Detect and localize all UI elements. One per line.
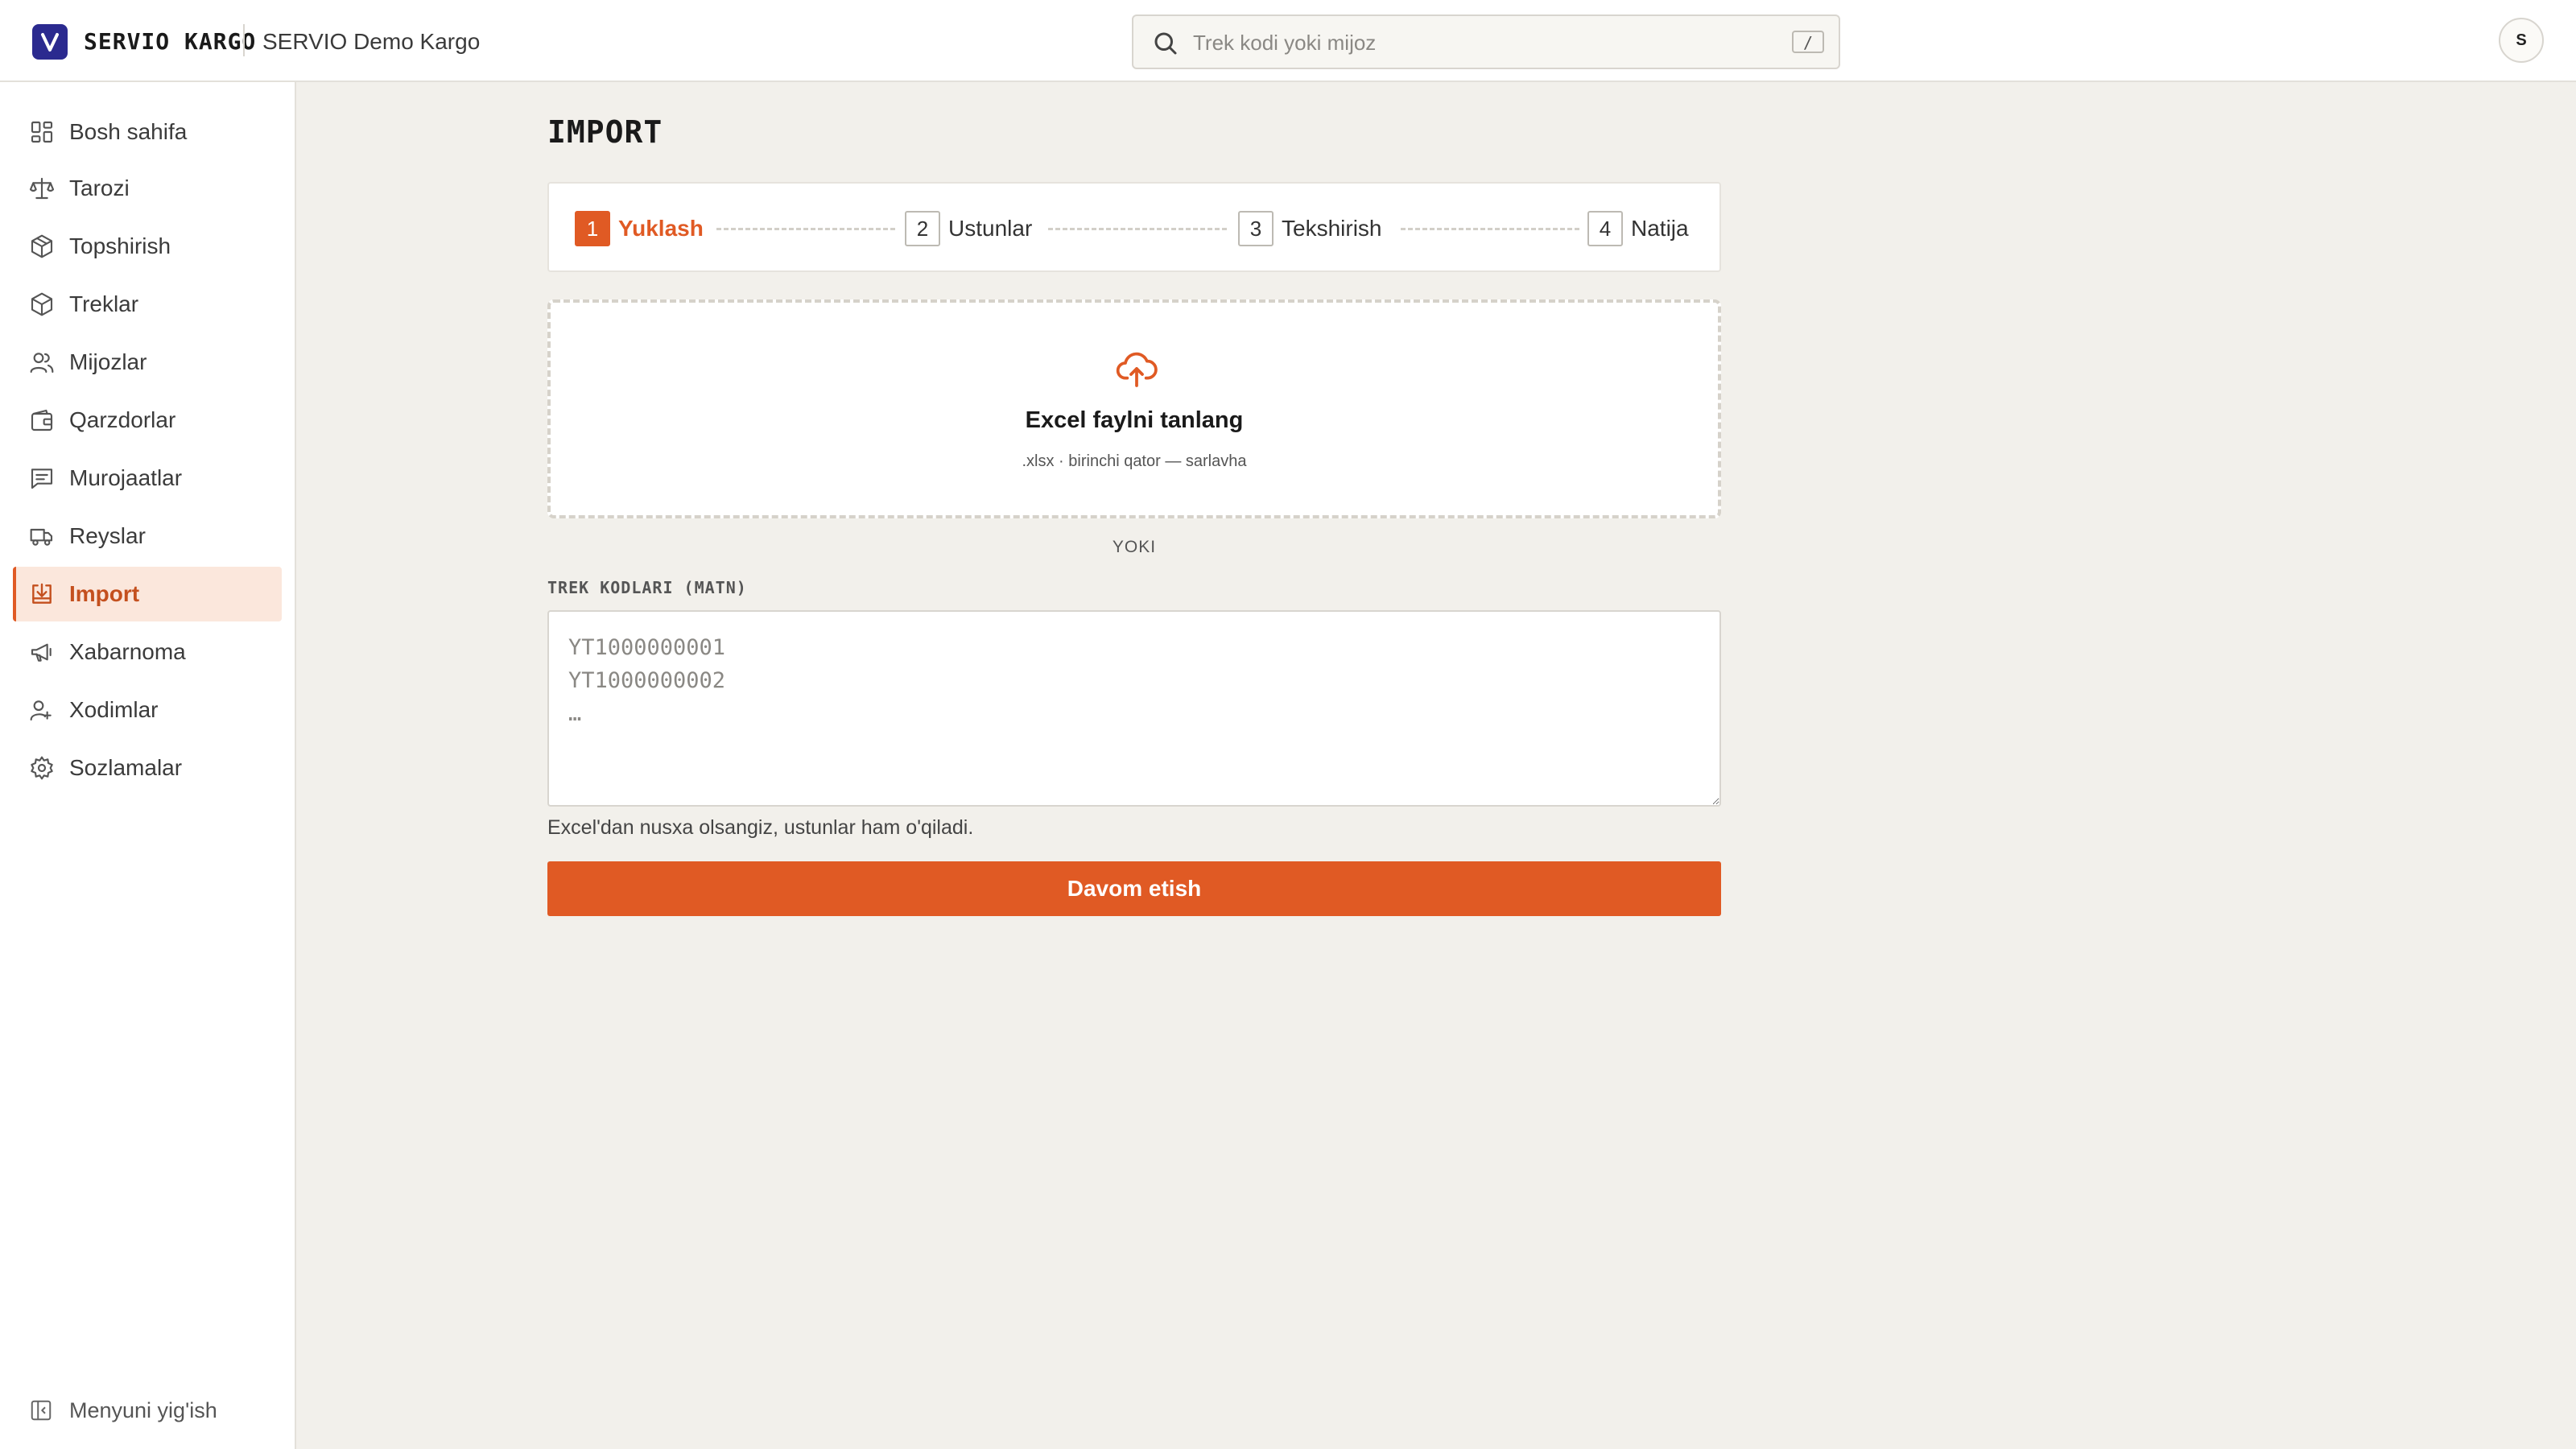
excel-dropzone[interactable]: Excel faylni tanlang .xlsx · birinchi qa… [547, 299, 1721, 518]
track-codes-label: TREK KODLARI (MATN) [547, 578, 747, 597]
dropzone-subtitle: .xlsx · birinchi qator — sarlavha [1022, 452, 1247, 470]
step-label: Tekshirish [1282, 216, 1382, 241]
logo-v-icon [41, 33, 59, 52]
step-number: 3 [1238, 211, 1274, 246]
sidebar-item-label: Mijozlar [69, 349, 147, 374]
step-tekshirish[interactable]: 3 Tekshirish [1238, 211, 1381, 246]
search-input[interactable] [1191, 16, 1742, 69]
search-icon [1154, 32, 1177, 55]
track-codes-textarea[interactable] [547, 610, 1721, 807]
top-header: SERVIO KARGO SERVIO Demo Kargo / S [0, 0, 2576, 82]
search-shortcut-hint: / [1792, 31, 1824, 53]
scale-icon [29, 177, 55, 200]
message-icon [31, 469, 53, 489]
step-ustunlar[interactable]: 2 Ustunlar [905, 211, 1032, 246]
sidebar-item-label: Treklar [69, 291, 139, 316]
box-icon [31, 292, 53, 316]
sidebar-item-qarzdorlar[interactable]: Qarzdorlar [13, 393, 282, 448]
package-icon [31, 234, 53, 258]
sidebar-item-label: Bosh sahifa [69, 119, 188, 144]
or-divider-text: YOKI [1112, 538, 1157, 556]
sidebar-item-label: Reyslar [69, 523, 146, 548]
logo[interactable] [32, 24, 68, 60]
sidebar-item-xabarnoma[interactable]: Xabarnoma [13, 625, 282, 679]
sidebar-item-murojaatlar[interactable]: Murojaatlar [13, 451, 282, 506]
step-connector [716, 228, 895, 230]
step-yuklash[interactable]: 1 Yuklash [575, 211, 704, 246]
gear-icon [31, 756, 53, 780]
sidebar-item-label: Tarozi [69, 175, 130, 200]
paste-hint: Excel'dan nusxa olsangiz, ustunlar ham o… [547, 816, 974, 839]
import-icon [32, 583, 52, 604]
brand-name: SERVIO KARGO [84, 28, 257, 55]
users-icon [30, 353, 54, 374]
sidebar-item-xodimlar[interactable]: Xodimlar [13, 683, 282, 737]
global-search[interactable]: / [1132, 14, 1840, 69]
truck-icon [30, 528, 53, 546]
step-label: Yuklash [618, 216, 704, 241]
user-avatar[interactable]: S [2499, 18, 2544, 63]
step-connector [1048, 228, 1227, 230]
sidebar-item-label: Import [69, 581, 140, 606]
organization-name: SERVIO Demo Kargo [262, 29, 481, 54]
sidebar-item-label: Topshirish [69, 233, 171, 258]
staff-icon [30, 700, 52, 721]
sidebar-item-topshirish[interactable]: Topshirish [13, 219, 282, 274]
page-title: IMPORT [547, 114, 663, 150]
sidebar: Bosh sahifa Tarozi Topshirish Treklar Mi… [0, 82, 296, 1449]
sidebar-item-label: Murojaatlar [69, 465, 183, 490]
step-label: Natija [1631, 216, 1689, 241]
dashboard-icon [31, 121, 53, 143]
sidebar-item-import[interactable]: Import [13, 567, 282, 621]
step-number: 1 [575, 211, 610, 246]
sidebar-item-label: Xodimlar [69, 697, 159, 722]
sidebar-item-mijozlar[interactable]: Mijozlar [13, 335, 282, 390]
wallet-icon [31, 409, 53, 431]
sidebar-item-bosh-sahifa[interactable]: Bosh sahifa [13, 105, 282, 159]
dropzone-title: Excel faylni tanlang [1025, 407, 1244, 433]
sidebar-item-label: Sozlamalar [69, 755, 183, 780]
sidebar-item-label: Xabarnoma [69, 639, 186, 664]
brand-divider [243, 24, 245, 56]
import-stepper: 1 Yuklash 2 Ustunlar 3 Tekshirish 4 Nati… [547, 182, 1721, 272]
step-number: 4 [1587, 211, 1623, 246]
step-natija[interactable]: 4 Natija [1587, 211, 1689, 246]
cloud-upload-icon [1116, 352, 1158, 387]
collapse-menu-button[interactable]: Menyuni yig'ish [13, 1383, 282, 1438]
sidebar-item-tarozi[interactable]: Tarozi [13, 161, 282, 216]
step-label: Ustunlar [948, 216, 1033, 241]
sidebar-item-treklar[interactable]: Treklar [13, 277, 282, 332]
step-number: 2 [905, 211, 940, 246]
sidebar-item-sozlamalar[interactable]: Sozlamalar [13, 741, 282, 795]
sidebar-collapse-icon [31, 1400, 52, 1421]
step-connector [1401, 228, 1579, 230]
continue-button[interactable]: Davom etish [547, 861, 1721, 916]
megaphone-icon [31, 643, 52, 662]
collapse-menu-label: Menyuni yig'ish [69, 1397, 217, 1422]
sidebar-item-label: Qarzdorlar [69, 407, 176, 432]
sidebar-item-reyslar[interactable]: Reyslar [13, 509, 282, 564]
